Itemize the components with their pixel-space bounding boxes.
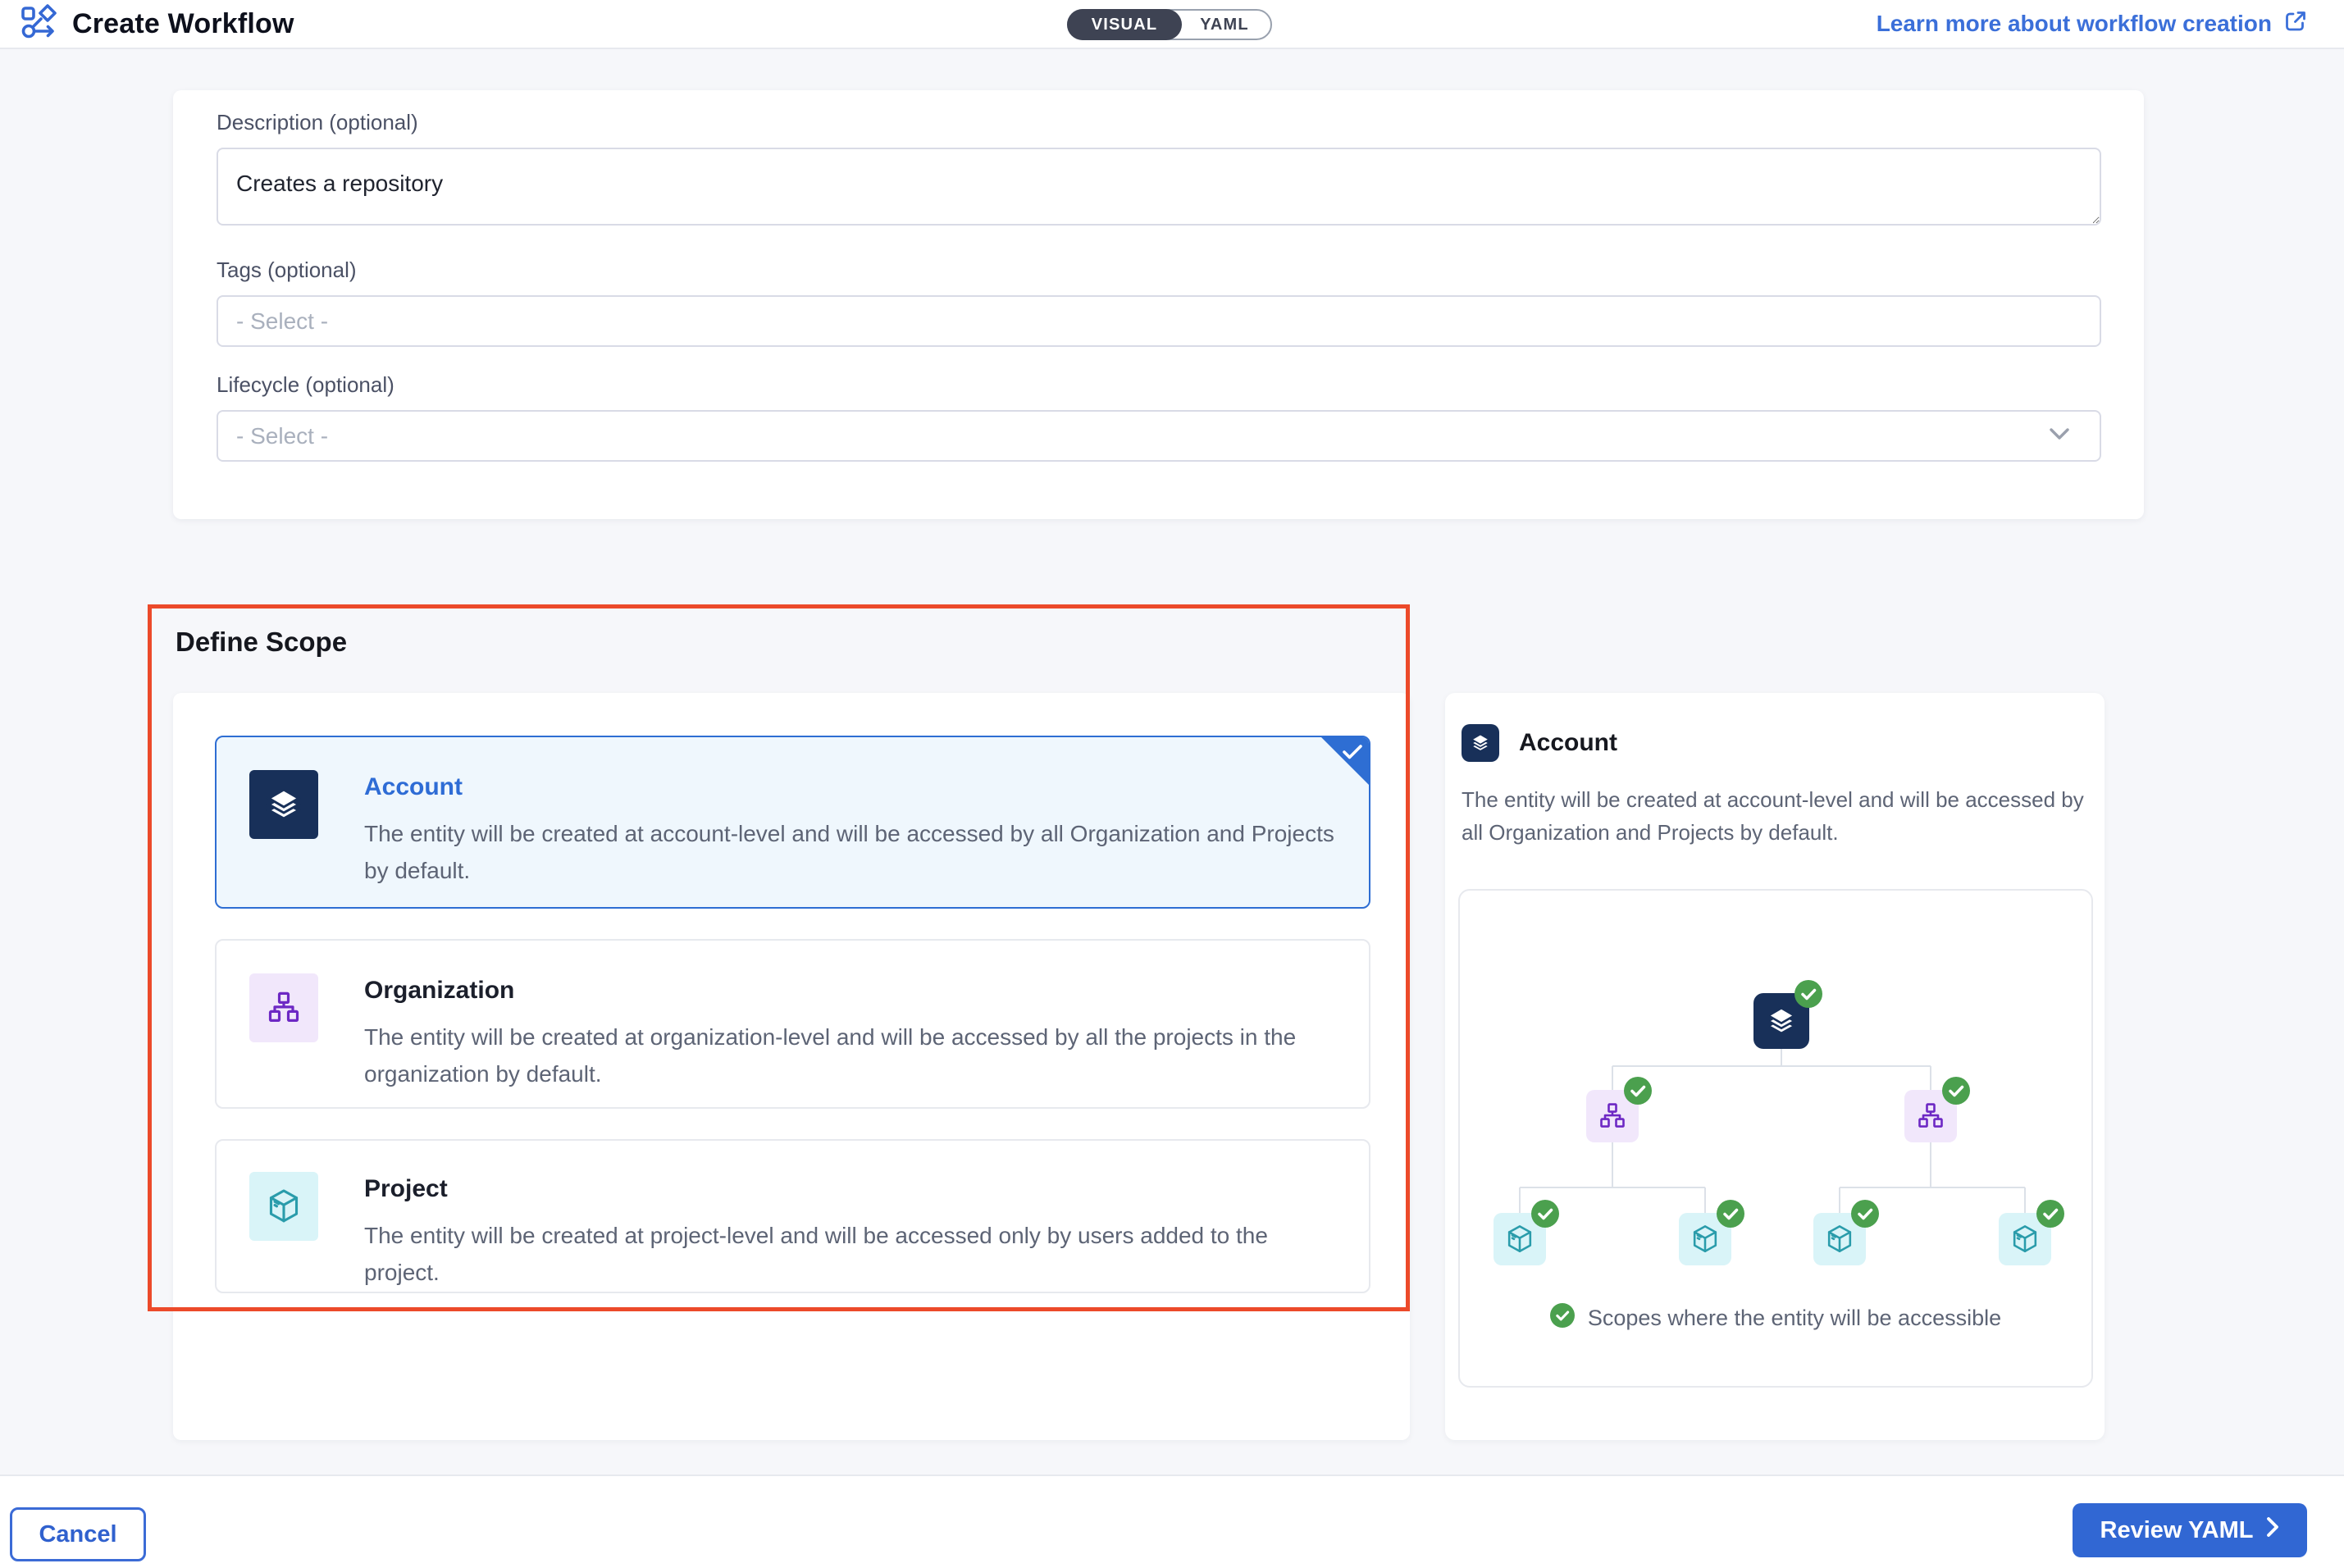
external-link-icon [2283, 9, 2308, 39]
option-description: The entity will be created at account-le… [364, 816, 1334, 890]
diagram-project-node [1494, 1213, 1546, 1265]
option-title: Project [364, 1175, 1334, 1203]
option-description: The entity will be created at project-le… [364, 1218, 1334, 1292]
workflow-form-card: Description (optional) Creates a reposit… [173, 90, 2144, 519]
brand: Create Workflow [20, 0, 294, 48]
option-text: Organization The entity will be created … [364, 973, 1334, 1093]
option-title: Organization [364, 977, 1334, 1005]
cancel-button[interactable]: Cancel [10, 1507, 146, 1561]
lifecycle-select[interactable]: - Select - [217, 410, 2101, 462]
chevron-right-icon [2266, 1516, 2279, 1545]
preview-header: Account [1458, 724, 2093, 762]
account-layers-icon [249, 770, 318, 839]
option-title: Account [364, 773, 1334, 801]
project-cube-icon [249, 1172, 318, 1241]
lifecycle-label: Lifecycle (optional) [217, 372, 2101, 398]
learn-more-label: Learn more about workflow creation [1877, 11, 2272, 37]
tab-yaml[interactable]: YAML [1179, 11, 1270, 39]
check-circle-icon [1624, 1077, 1652, 1105]
preview-title: Account [1519, 729, 1617, 757]
diagram-caption: Scopes where the entity will be accessib… [1460, 1303, 2091, 1333]
scope-option-organization[interactable]: Organization The entity will be created … [215, 939, 1370, 1109]
account-layers-icon [1462, 724, 1499, 762]
option-description: The entity will be created at organizati… [364, 1019, 1334, 1093]
tags-label: Tags (optional) [217, 258, 2101, 283]
chevron-down-icon [2049, 427, 2070, 444]
learn-more-link[interactable]: Learn more about workflow creation [1877, 0, 2308, 48]
review-yaml-button[interactable]: Review YAML [2073, 1503, 2307, 1557]
preview-description: The entity will be created at account-le… [1458, 783, 2093, 850]
scope-hierarchy-diagram: Scopes where the entity will be accessib… [1458, 889, 2093, 1388]
check-circle-icon [1942, 1077, 1970, 1105]
review-yaml-label: Review YAML [2100, 1517, 2254, 1544]
page-title: Create Workflow [72, 8, 294, 40]
diagram-project-node [1679, 1213, 1731, 1265]
lifecycle-placeholder: - Select - [236, 423, 2049, 449]
footer-bar: Cancel Review YAML [0, 1475, 2344, 1568]
check-circle-icon [1550, 1303, 1575, 1333]
check-circle-icon [1794, 980, 1822, 1008]
check-circle-icon [1851, 1200, 1879, 1228]
workflow-icon [20, 3, 57, 45]
scope-preview-panel: Account The entity will be created at ac… [1445, 693, 2105, 1440]
visual-yaml-toggle: VISUAL YAML [1067, 9, 1272, 40]
scope-option-project[interactable]: Project The entity will be created at pr… [215, 1139, 1370, 1293]
scope-options-panel: Account The entity will be created at ac… [173, 693, 1410, 1440]
check-circle-icon [1531, 1200, 1559, 1228]
scope-option-account[interactable]: Account The entity will be created at ac… [215, 736, 1370, 909]
diagram-organization-node [1586, 1090, 1639, 1142]
diagram-project-node [1813, 1213, 1866, 1265]
define-scope-heading: Define Scope [176, 627, 347, 658]
checkmark-icon [1342, 744, 1363, 764]
check-circle-icon [1717, 1200, 1744, 1228]
description-textarea[interactable]: Creates a repository [217, 148, 2101, 226]
diagram-organization-node [1904, 1090, 1957, 1142]
check-circle-icon [2036, 1200, 2064, 1228]
diagram-account-node [1753, 993, 1809, 1049]
app-header: Create Workflow VISUAL YAML Learn more a… [0, 0, 2344, 49]
tags-input[interactable] [217, 295, 2101, 347]
description-label: Description (optional) [217, 110, 2101, 135]
option-text: Project The entity will be created at pr… [364, 1172, 1334, 1292]
diagram-caption-text: Scopes where the entity will be accessib… [1588, 1306, 2001, 1331]
tab-visual[interactable]: VISUAL [1067, 9, 1182, 40]
option-text: Account The entity will be created at ac… [364, 770, 1334, 890]
diagram-project-node [1999, 1213, 2051, 1265]
organization-tree-icon [249, 973, 318, 1042]
